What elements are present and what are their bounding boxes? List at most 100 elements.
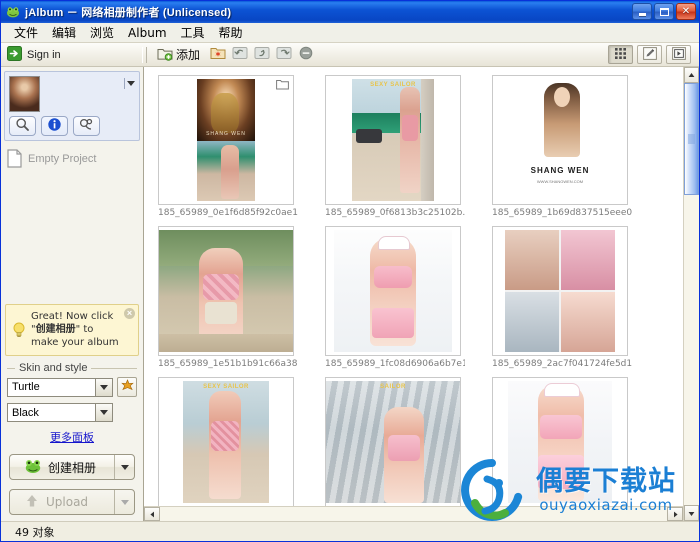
upload-button[interactable]: Upload xyxy=(9,489,135,515)
chevron-down-icon xyxy=(100,384,108,390)
view-toolbar xyxy=(608,45,691,64)
thumbnail-item[interactable]: SEXY SAILOR 185_65989_3ac76704c3691c2.jp… xyxy=(158,377,303,506)
scroll-down-button[interactable] xyxy=(684,505,699,521)
body: Empty Project Great! Now click "创建相册" to… xyxy=(1,67,699,521)
scroll-right-button[interactable] xyxy=(667,507,683,521)
maximize-button[interactable] xyxy=(654,3,674,20)
tag-button[interactable] xyxy=(73,116,100,136)
thumbnail-frame[interactable] xyxy=(325,226,461,356)
style-value: Black xyxy=(12,406,39,419)
menu-browse[interactable]: 浏览 xyxy=(83,22,121,43)
slideshow-button[interactable] xyxy=(666,45,691,64)
thumbnail-frame[interactable]: SHANG WEN WWW.SHANGWEN.COM xyxy=(492,75,628,205)
skin-preview-button[interactable] xyxy=(117,377,137,397)
thumbnail-caption: 185_65989_1fc08d6906a6b7e1.jp xyxy=(325,359,465,369)
sign-in-button[interactable]: Sign in xyxy=(1,45,137,64)
vertical-scroll-track[interactable] xyxy=(684,83,699,505)
thumbnail-frame[interactable] xyxy=(492,226,628,356)
thumbnail-frame[interactable]: SEXY SAILOR xyxy=(158,377,294,506)
thumbnail-item[interactable]: SAILOR 185_65989_3def23941499762.jpg xyxy=(325,377,470,506)
create-album-label: 创建相册 xyxy=(48,460,97,475)
title-bar: jAlbum － 网络相册制作者 (Unlicensed) ✕ xyxy=(1,1,699,23)
new-folder-button[interactable] xyxy=(208,45,227,64)
more-skins-link[interactable]: 更多面板 xyxy=(50,431,94,444)
thumbnail-frame[interactable]: SAILOR xyxy=(325,377,461,506)
skin-badge-icon xyxy=(120,379,134,395)
thumbnail-frame[interactable]: SEXY SAILOR xyxy=(325,75,461,205)
add-label: 添加 xyxy=(176,48,201,62)
upload-label: Upload xyxy=(46,495,89,509)
minimize-button[interactable] xyxy=(632,3,652,20)
scroll-left-button[interactable] xyxy=(144,507,160,521)
close-button[interactable]: ✕ xyxy=(676,3,696,20)
back-button[interactable] xyxy=(230,45,249,64)
thumbnail-item[interactable]: 185_65989_4ad44b61a5a7b0.jpg xyxy=(492,377,637,506)
horizontal-scroll-track[interactable] xyxy=(160,507,667,521)
menu-help[interactable]: 帮助 xyxy=(212,22,250,43)
tip-close-button[interactable]: × xyxy=(124,308,135,319)
info-button[interactable] xyxy=(41,116,68,136)
info-icon xyxy=(47,117,62,135)
sign-in-label: Sign in xyxy=(27,48,61,61)
create-album-button[interactable]: 创建相册 xyxy=(9,454,135,480)
menu-edit[interactable]: 编辑 xyxy=(45,22,83,43)
create-album-dropdown[interactable] xyxy=(114,455,134,479)
left-sidebar: Empty Project Great! Now click "创建相册" to… xyxy=(1,67,144,521)
thumbnail-image xyxy=(505,230,615,352)
horizontal-scrollbar[interactable] xyxy=(144,506,683,521)
new-folder-icon xyxy=(210,46,226,63)
skin-select[interactable]: Turtle xyxy=(7,377,113,397)
thumbnail-item[interactable]: 185_65989_2ac7f041724fe5d1.jp xyxy=(492,226,637,369)
thumbnail-item[interactable]: 185_65989_1e51b1b91c66a38.jpg xyxy=(158,226,303,369)
thumbnail-item[interactable]: SHANG WEN 185_65989_0e1f6d85f92c0ae1.jp xyxy=(158,75,303,218)
thumbnail-frame[interactable]: SHANG WEN xyxy=(158,75,294,205)
toolbar-grip xyxy=(142,46,147,63)
gallery-scroll-area[interactable]: SHANG WEN 185_65989_0e1f6d85f92c0ae1.jp xyxy=(144,67,683,506)
menu-tools[interactable]: 工具 xyxy=(174,22,212,43)
minus-circle-icon xyxy=(299,46,313,63)
thumbnail-frame[interactable] xyxy=(492,377,628,506)
remove-button[interactable] xyxy=(296,45,315,64)
forward-button[interactable] xyxy=(252,45,271,64)
upload-dropdown[interactable] xyxy=(114,490,134,514)
chevron-down-icon xyxy=(120,499,129,505)
frog-icon xyxy=(24,458,42,477)
vertical-scroll-thumb[interactable] xyxy=(684,83,699,195)
preview-thumbnail[interactable] xyxy=(9,76,40,112)
forward-arrow-icon xyxy=(254,46,270,63)
jalbum-frog-icon xyxy=(5,5,20,20)
edit-button[interactable] xyxy=(637,45,662,64)
status-text: 49 对象 xyxy=(15,525,55,539)
gallery-panel: SHANG WEN 185_65989_0e1f6d85f92c0ae1.jp xyxy=(144,67,683,521)
project-label: Empty Project xyxy=(28,152,97,165)
back-arrow-icon xyxy=(232,46,248,63)
thumbnail-item[interactable]: SEXY SAILOR 185_65989_0f6813b3c25102b.jp… xyxy=(325,75,470,218)
vertical-scrollbar[interactable] xyxy=(683,67,699,521)
style-select[interactable]: Black xyxy=(7,403,113,422)
thumbnail-overlay-text: SAILOR xyxy=(380,384,406,390)
thumbnail-caption: 185_65989_0f6813b3c25102b.jpg xyxy=(325,208,465,218)
search-button[interactable] xyxy=(9,116,36,136)
thumbnail-caption: 185_65989_0e1f6d85f92c0ae1.jp xyxy=(158,208,298,218)
menu-album[interactable]: Album xyxy=(121,24,173,42)
scroll-up-button[interactable] xyxy=(684,67,699,83)
app-window: jAlbum － 网络相册制作者 (Unlicensed) ✕ 文件 编辑 浏览… xyxy=(0,0,700,542)
style-select-arrow[interactable] xyxy=(95,404,112,421)
thumbnail-grid: SHANG WEN 185_65989_0e1f6d85f92c0ae1.jp xyxy=(144,67,683,506)
more-skins-link-wrap: 更多面板 xyxy=(7,429,137,445)
preview-dropdown[interactable] xyxy=(124,76,135,89)
chevron-down-icon xyxy=(120,464,129,470)
thumbnail-view-button[interactable] xyxy=(608,45,633,64)
skin-select-arrow[interactable] xyxy=(95,378,112,396)
thumbnail-item[interactable]: 185_65989_1fc08d6906a6b7e1.jp xyxy=(325,226,470,369)
menu-file[interactable]: 文件 xyxy=(7,22,45,43)
upload-icon xyxy=(24,493,40,512)
skin-and-style-group: Skin and style Turtle Black 更多面板 xyxy=(7,362,137,445)
add-button[interactable]: 添加 xyxy=(152,45,205,64)
thumbnail-item[interactable]: SHANG WEN WWW.SHANGWEN.COM 185_65989_1b6… xyxy=(492,75,637,218)
redo-button[interactable] xyxy=(274,45,293,64)
redo-arrow-icon xyxy=(276,46,292,63)
thumbnail-image xyxy=(508,381,612,503)
project-row[interactable]: Empty Project xyxy=(1,141,143,168)
thumbnail-frame[interactable] xyxy=(158,226,294,356)
